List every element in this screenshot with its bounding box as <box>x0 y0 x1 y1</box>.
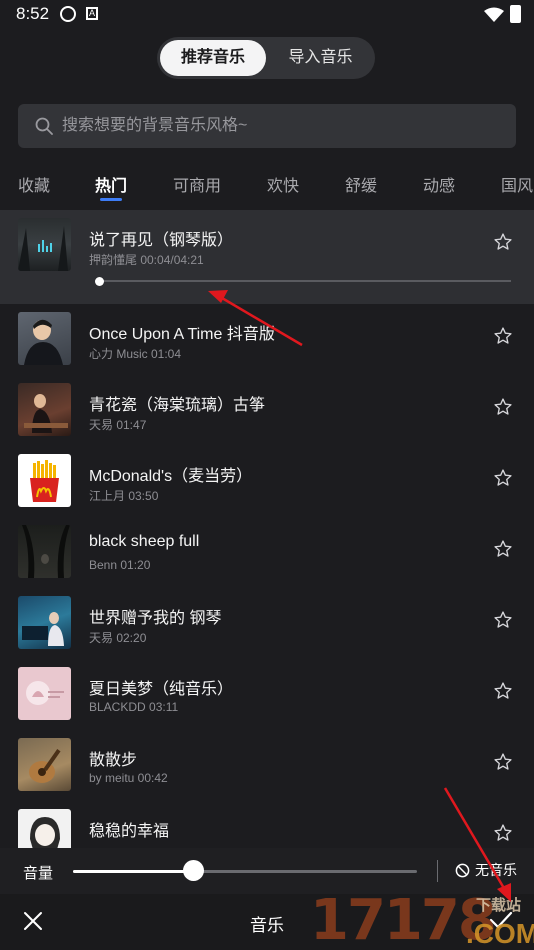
song-list: 说了再见（钢琴版） 押韵懂尾 00:04/04:21 Once Upon A T… <box>0 210 534 850</box>
song-meta: 天易 01:47 <box>89 418 147 432</box>
song-cover <box>18 312 71 365</box>
song-title: Once Upon A Time 抖音版 <box>89 326 275 343</box>
no-music-button[interactable]: 无音乐 <box>455 860 517 882</box>
song-item[interactable]: 夏日美梦（纯音乐） BLACKDD 03:11 <box>0 659 534 730</box>
song-item-playing[interactable]: 说了再见（钢琴版） 押韵懂尾 00:04/04:21 <box>0 210 534 304</box>
volume-slider-thumb[interactable] <box>183 860 204 881</box>
song-item[interactable]: 世界赠予我的 钢琴 天易 02:20 <box>0 588 534 659</box>
song-title: 说了再见（钢琴版） <box>89 232 234 249</box>
no-music-label: 无音乐 <box>475 862 517 878</box>
song-meta: by meitu 00:42 <box>89 771 168 785</box>
song-title: 世界赠予我的 钢琴 <box>89 610 222 627</box>
volume-label: 音量 <box>23 865 54 882</box>
song-meta: Benn 01:20 <box>89 558 151 572</box>
favorite-star-icon[interactable] <box>493 232 513 252</box>
song-title: 散散步 <box>89 752 138 769</box>
song-item[interactable]: 青花瓷（海棠琉璃）古筝 天易 01:47 <box>0 375 534 446</box>
favorite-star-icon[interactable] <box>493 539 513 559</box>
volume-slider-fill <box>73 870 193 873</box>
song-meta: 心力 Music 01:04 <box>89 347 182 361</box>
song-item[interactable]: 散散步 by meitu 00:42 <box>0 730 534 801</box>
app-notification-icon <box>60 6 76 22</box>
song-item[interactable]: Once Upon A Time 抖音版 心力 Music 01:04 <box>0 304 534 375</box>
song-cover <box>18 596 71 649</box>
song-title: black sheep full <box>89 533 200 550</box>
tab-popular[interactable]: 热门 <box>95 172 127 196</box>
volume-slider-track[interactable] <box>73 870 417 873</box>
song-cover <box>18 383 71 436</box>
search-bar <box>18 104 516 148</box>
favorite-star-icon[interactable] <box>493 752 513 772</box>
song-meta: 天易 02:20 <box>89 631 147 645</box>
tab-cheerful[interactable]: 欢快 <box>267 172 299 196</box>
song-meta: BLACKDD 03:11 <box>89 700 179 714</box>
song-meta: 江上月 03:50 <box>89 489 159 503</box>
song-item[interactable]: McDonald's（麦当劳） 江上月 03:50 <box>0 446 534 517</box>
favorite-star-icon[interactable] <box>493 397 513 417</box>
divider <box>437 860 438 882</box>
tab-dynamic[interactable]: 动感 <box>423 172 455 196</box>
song-item[interactable]: 稳稳的幸福 <box>0 801 534 850</box>
tab-favorites[interactable]: 收藏 <box>18 172 50 196</box>
import-music-tab[interactable]: 导入音乐 <box>269 40 372 76</box>
status-bar: 8:52 A <box>0 0 534 30</box>
music-source-toggle: 推荐音乐 导入音乐 <box>157 37 375 79</box>
site-watermark-subtitle: 下载站 <box>476 897 522 914</box>
favorite-star-icon[interactable] <box>493 326 513 346</box>
playback-progress-thumb[interactable] <box>95 277 104 286</box>
site-watermark-domain: .COM <box>466 918 534 949</box>
tab-commercial[interactable]: 可商用 <box>173 172 221 196</box>
song-cover <box>18 738 71 791</box>
tab-soothing[interactable]: 舒缓 <box>345 172 377 196</box>
favorite-star-icon[interactable] <box>493 610 513 630</box>
song-title: 青花瓷（海棠琉璃）古筝 <box>89 397 266 414</box>
recommended-music-tab[interactable]: 推荐音乐 <box>160 40 266 76</box>
song-cover <box>18 218 71 271</box>
wifi-icon <box>484 7 504 22</box>
song-title: 稳稳的幸福 <box>89 823 170 840</box>
favorite-star-icon[interactable] <box>493 681 513 701</box>
no-music-icon <box>455 863 470 878</box>
tab-chinese-style[interactable]: 国风 <box>501 172 533 196</box>
song-item[interactable]: black sheep full Benn 01:20 <box>0 517 534 588</box>
song-cover <box>18 454 71 507</box>
song-cover <box>18 525 71 578</box>
favorite-star-icon[interactable] <box>493 823 513 843</box>
battery-icon <box>510 5 521 23</box>
category-tabs: 收藏 热门 可商用 欢快 舒缓 动感 国风 <box>0 170 534 204</box>
playback-progress-track[interactable] <box>99 280 511 282</box>
search-icon <box>35 117 53 135</box>
font-notification-icon: A <box>86 7 98 20</box>
search-input[interactable] <box>62 104 502 148</box>
favorite-star-icon[interactable] <box>493 468 513 488</box>
song-cover <box>18 667 71 720</box>
song-cover <box>18 809 71 850</box>
song-meta: 押韵懂尾 00:04/04:21 <box>89 253 204 267</box>
active-tab-indicator <box>100 198 122 201</box>
song-title: 夏日美梦（纯音乐） <box>89 681 234 698</box>
status-time: 8:52 <box>16 4 50 23</box>
song-title: McDonald's（麦当劳） <box>89 468 253 485</box>
